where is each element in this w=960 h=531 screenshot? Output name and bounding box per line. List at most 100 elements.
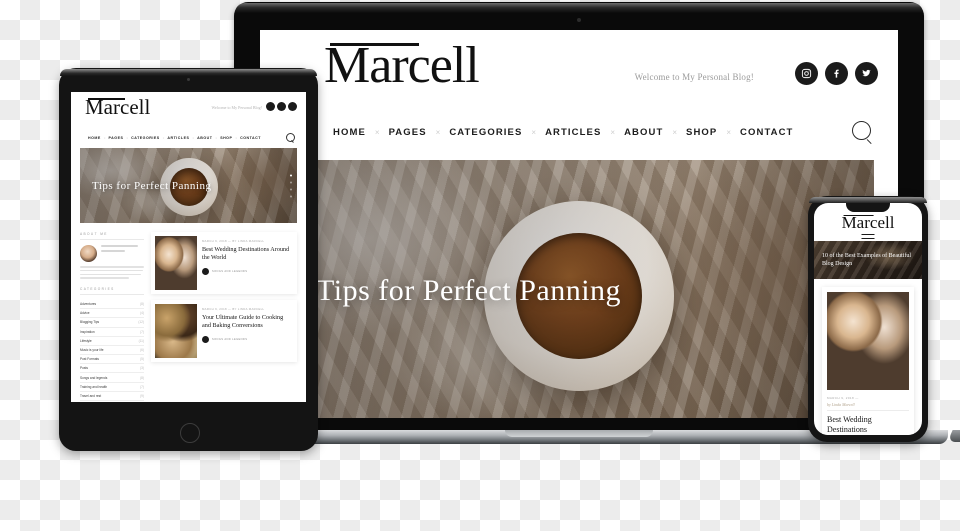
phone-hero-title: 10 of the Best Examples of Beautiful Blo… (822, 252, 911, 267)
laptop-tagline: Welcome to My Personal Blog! (634, 72, 754, 82)
category-count: (6) (140, 347, 144, 352)
category-count: (7) (140, 384, 144, 389)
tablet-logo[interactable]: Marcell (85, 97, 150, 118)
avatar (80, 245, 97, 262)
instagram-icon[interactable] (266, 102, 275, 111)
nav-item-pages[interactable]: PAGES (380, 127, 436, 138)
facebook-icon[interactable] (277, 102, 286, 111)
categories-list: Adventures (8) Advice (4) Blogging Tips (12… (80, 300, 144, 402)
about-me-heading: ABOUT ME (80, 232, 108, 236)
nav-item-about[interactable]: ABOUT (615, 127, 672, 138)
tablet-slider-dot-1[interactable] (290, 174, 292, 176)
tablet-camera-icon (187, 78, 190, 81)
phone-notch (846, 203, 890, 212)
category-count: (7) (140, 329, 144, 334)
nav-item-contact[interactable]: CONTACT (731, 127, 802, 138)
article-footer: SONGS AND LEGENDS (202, 267, 293, 275)
tablet-home-button[interactable] (179, 423, 200, 443)
tablet-slider-dot-4[interactable] (290, 195, 292, 197)
nav-item-shop[interactable]: SHOP (677, 127, 726, 138)
phone-article-title[interactable]: Best Wedding Destinations (827, 415, 909, 435)
category-count: (12) (138, 320, 144, 325)
phone-article-card[interactable]: MARCH 9, 2018 — by Linda Marcell Best We… (822, 287, 914, 435)
tablet-logo-macron-char: e (129, 95, 139, 119)
text-line (80, 277, 129, 279)
list-item[interactable]: Training and health (7) (80, 383, 144, 392)
laptop-hero-slider[interactable]: Tips for Perfect Panning (284, 160, 874, 418)
category-count: (8) (140, 375, 144, 380)
category-label: Post Formats (80, 357, 99, 362)
tablet-nav-item-contact[interactable]: CONTACT (237, 136, 264, 140)
category-count: (8) (140, 302, 144, 307)
tablet-hero-slider[interactable]: Tips for Perfect Panning (80, 148, 297, 223)
tablet-search-icon[interactable] (286, 133, 295, 143)
tablet-slider-dots[interactable] (290, 174, 292, 197)
category-count: (5) (140, 357, 144, 362)
phone-article-meta: MARCH 9, 2018 — (827, 396, 859, 400)
tablet-nav-item-pages[interactable]: PAGES (106, 136, 127, 140)
list-item[interactable]: Music is your life (6) (80, 346, 144, 356)
list-item[interactable]: Travel and rest (9) (80, 392, 144, 401)
article-card[interactable]: MARCH 9, 2018 — BY LINDA MARCELL Your Ul… (151, 300, 297, 362)
article-title[interactable]: Your Ultimate Guide to Cooking and Bakin… (202, 314, 293, 331)
list-item[interactable]: Post Formats (5) (80, 355, 144, 365)
divider (827, 410, 909, 411)
author-avatar (202, 335, 209, 343)
category-count: (9) (140, 393, 144, 398)
list-item[interactable]: Advice (4) (80, 309, 144, 319)
category-count: (11) (138, 338, 144, 343)
nav-item-home[interactable]: HOME (324, 127, 375, 138)
twitter-icon[interactable] (855, 62, 878, 85)
facebook-icon[interactable] (825, 62, 848, 85)
phone-article-image (827, 292, 909, 390)
tablet-nav-item-about[interactable]: ABOUT (194, 136, 215, 140)
twitter-icon[interactable] (288, 102, 297, 111)
list-item[interactable]: Adventures (8) (80, 300, 144, 310)
tablet-nav-item-home[interactable]: HOME (85, 136, 104, 140)
phone-frame: Marcell 10 of the Best Examples of Beaut… (808, 196, 928, 442)
tablet-sidebar: ABOUT ME CATEGORIES Adventures (8) Advic… (80, 232, 144, 402)
article-title[interactable]: Best Wedding Destinations Around the Wor… (202, 246, 293, 263)
tablet-nav-item-categories[interactable]: CATEGORIES (128, 136, 163, 140)
phone-logo[interactable]: Marcell (842, 214, 895, 231)
category-label: Songs and legends (80, 375, 108, 380)
nav-item-articles[interactable]: ARTICLES (536, 127, 610, 138)
list-item[interactable]: Songs and legends (8) (80, 373, 144, 383)
author-signature (101, 245, 144, 254)
phone-article-byline: by Linda Marcell (827, 402, 855, 407)
laptop-logo-macron-char: e (429, 37, 453, 94)
search-icon[interactable] (852, 121, 874, 144)
laptop-camera-icon (577, 18, 581, 22)
article-category-tag[interactable]: SONGS AND LEGENDS (212, 270, 247, 273)
category-label: Blogging Tips (80, 320, 100, 325)
laptop-primary-nav: HOME × PAGES × CATEGORIES × ARTICLES × A… (260, 112, 898, 152)
instagram-icon[interactable] (795, 62, 818, 85)
list-item[interactable]: Inspiration (7) (80, 328, 144, 337)
menu-bar (861, 234, 875, 236)
phone-hero-banner[interactable]: 10 of the Best Examples of Beautiful Blo… (814, 241, 922, 279)
list-item[interactable]: Lifestyle (11) (80, 337, 144, 346)
tablet-slider-dot-2[interactable] (290, 181, 292, 183)
tablet-nav-item-shop[interactable]: SHOP (217, 136, 235, 140)
list-item[interactable]: Video and movies(4) (80, 401, 144, 402)
tablet-frame: Marcell Welcome to My Personal Blog! HOM… (59, 68, 318, 451)
article-category-tag[interactable]: SONGS AND LEGENDS (212, 338, 247, 341)
laptop-logo[interactable]: Marcell (324, 37, 480, 94)
divider (80, 293, 144, 295)
article-card[interactable]: MARCH 9, 2018 — BY LINDA MARCELL Best We… (151, 232, 297, 294)
text-line (80, 269, 143, 272)
search-icon-handle (866, 138, 872, 144)
tablet-nav-item-articles[interactable]: ARTICLES (164, 136, 192, 140)
nav-item-categories[interactable]: CATEGORIES (440, 127, 531, 138)
category-label: Lifestyle (80, 338, 92, 343)
laptop-logo-suffix: ll (451, 37, 480, 94)
divider (80, 239, 144, 240)
tablet-site-header: Marcell Welcome to My Personal Blog! (71, 92, 306, 130)
tablet-social-links (266, 102, 297, 111)
tablet-main-content: ABOUT ME CATEGORIES Adventures (8) Advic… (71, 223, 306, 402)
phone-logo-text: Marc (841, 213, 878, 232)
list-item[interactable]: Posts (3) (80, 364, 144, 374)
list-item[interactable]: Blogging Tips (12) (80, 318, 144, 328)
tablet-slider-dot-3[interactable] (290, 188, 292, 190)
tablet-device-mockup: Marcell Welcome to My Personal Blog! HOM… (59, 68, 318, 451)
